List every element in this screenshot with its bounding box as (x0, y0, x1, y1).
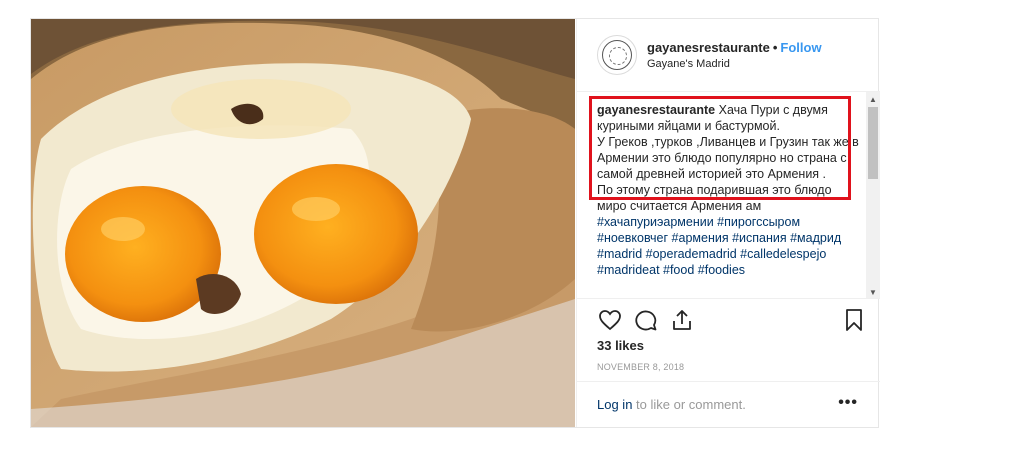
bookmark-icon[interactable] (841, 307, 867, 333)
user-line: gayanesrestaurante • Follow (647, 40, 822, 55)
scroll-down-arrow-icon[interactable]: ▼ (866, 285, 880, 298)
caption-line-2: У Греков ,турков ,Ливанцев и Грузин так … (597, 135, 859, 181)
login-prompt: Log in to like or comment. (597, 397, 746, 412)
restaurant-logo-icon (602, 40, 632, 70)
likes-count[interactable]: 33 likes (597, 338, 644, 353)
food-image (31, 19, 575, 427)
action-bar (593, 307, 868, 335)
comment-bar: Log in to like or comment. ••• (577, 381, 880, 427)
header-username[interactable]: gayanesrestaurante (647, 40, 770, 55)
post-header: gayanesrestaurante • Follow Gayane's Madri… (577, 19, 880, 92)
caption: gayanesrestaurante Хача Пури с двумя кур… (597, 102, 859, 278)
separator-dot: • (772, 40, 778, 55)
caption-line-3: По этому страна подарившая это блюдо мир… (597, 183, 832, 213)
login-prompt-text: to like or comment. (632, 397, 746, 412)
scroll-thumb[interactable] (868, 107, 878, 179)
login-link[interactable]: Log in (597, 397, 632, 412)
post-photo[interactable] (31, 19, 575, 427)
comment-icon[interactable] (633, 307, 659, 333)
instagram-post: gayanesrestaurante • Follow Gayane's Madri… (30, 18, 880, 428)
caption-hashtags[interactable]: #хачапуриэармении #пирогссыром #ноевковч… (597, 215, 841, 277)
avatar[interactable] (597, 35, 637, 75)
scroll-up-arrow-icon[interactable]: ▲ (866, 92, 880, 106)
post-date[interactable]: NOVEMBER 8, 2018 (597, 362, 684, 372)
caption-username[interactable]: gayanesrestaurante (597, 103, 715, 117)
location-link[interactable]: Gayane's Madrid (647, 58, 730, 70)
share-icon[interactable] (669, 307, 695, 333)
caption-scroll-area[interactable]: gayanesrestaurante Хача Пури с двумя кур… (577, 92, 880, 299)
post-side-panel: gayanesrestaurante • Follow Gayane's Madri… (576, 19, 880, 427)
caption-scrollbar[interactable]: ▲ ▼ (866, 92, 880, 298)
follow-button[interactable]: Follow (780, 40, 821, 55)
more-options-icon[interactable]: ••• (838, 394, 858, 412)
heart-icon[interactable] (597, 307, 623, 333)
